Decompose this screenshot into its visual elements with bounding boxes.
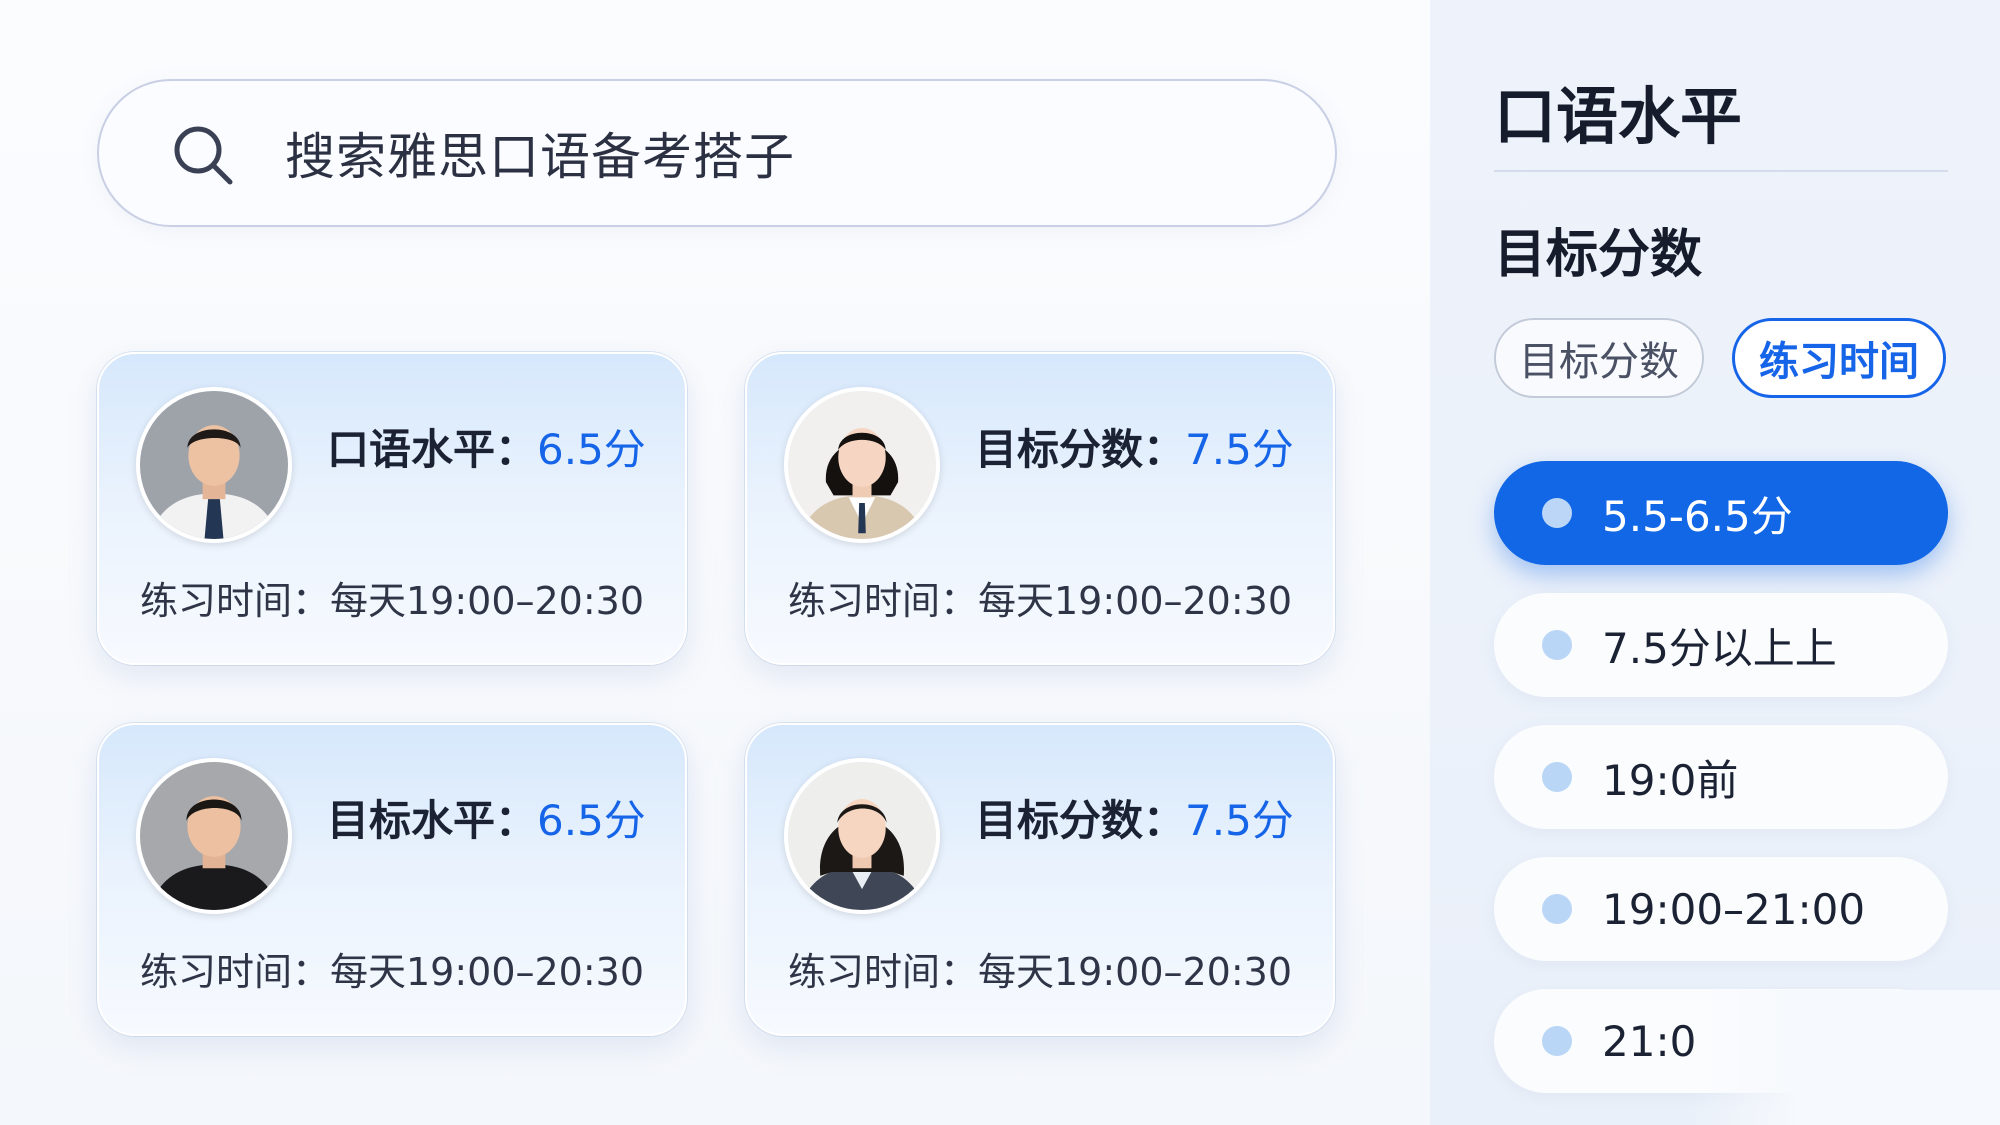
option-item[interactable]: 19:0前 — [1494, 725, 1948, 829]
card-time: 练习时间：每天19:00–20:30 — [140, 579, 645, 623]
option-label: 19:0前 — [1602, 755, 1739, 805]
partner-card[interactable]: 口语水平：6.5分 练习时间：每天19:00–20:30 — [97, 352, 687, 665]
option-label: 5.5-6.5分 — [1602, 491, 1793, 541]
option-item[interactable]: 5.5-6.5分 — [1494, 461, 1948, 565]
option-item[interactable]: 7.5分以上上 — [1494, 593, 1948, 697]
chip-target-score[interactable]: 目标分数 — [1494, 318, 1704, 398]
radio-dot-icon — [1542, 498, 1572, 528]
card-score: 7.5分 — [1185, 425, 1294, 474]
search-icon — [174, 126, 233, 185]
radio-dot-icon — [1542, 894, 1572, 924]
option-label: 21:0 — [1602, 1016, 1697, 1066]
partner-card[interactable]: 目标分数：7.5分 练习时间：每天19:00–20:30 — [745, 723, 1335, 1036]
chip-practice-time[interactable]: 练习时间 — [1732, 318, 1946, 398]
sidebar-title: 口语水平 — [1494, 80, 1743, 153]
card-score: 6.5分 — [537, 796, 646, 845]
card-title: 口语水平：6.5分 — [327, 416, 646, 477]
card-label: 口语水平： — [327, 425, 538, 474]
option-label: 7.5分以上上 — [1602, 623, 1837, 673]
radio-dot-icon — [1542, 762, 1572, 792]
avatar — [136, 387, 292, 543]
card-title: 目标分数：7.5分 — [975, 787, 1294, 848]
card-title: 目标分数：7.5分 — [975, 416, 1294, 477]
filter-sidebar: 口语水平 目标分数 目标分数 练习时间 5.5-6.5分 7.5分以上上 19:… — [1430, 0, 2000, 1125]
avatar — [784, 387, 940, 543]
search-bar[interactable]: 搜索雅思口语备考搭子 — [97, 79, 1337, 227]
avatar — [136, 758, 292, 914]
option-item[interactable]: 19:00–21:00 — [1494, 857, 1948, 961]
radio-dot-icon — [1542, 630, 1572, 660]
card-label: 目标分数： — [975, 425, 1186, 474]
card-time: 练习时间：每天19:00–20:30 — [788, 950, 1293, 994]
card-title: 目标水平：6.5分 — [327, 787, 646, 848]
card-score: 7.5分 — [1185, 796, 1294, 845]
option-label: 19:00–21:00 — [1602, 884, 1866, 934]
search-label: 搜索雅思口语备考搭子 — [285, 128, 795, 186]
card-score: 6.5分 — [537, 425, 646, 474]
radio-dot-icon — [1542, 1026, 1572, 1056]
card-time: 练习时间：每天19:00–20:30 — [788, 579, 1293, 623]
card-time: 练习时间：每天19:00–20:30 — [140, 950, 645, 994]
card-label: 目标水平： — [327, 796, 538, 845]
card-label: 目标分数： — [975, 796, 1186, 845]
partner-card[interactable]: 目标分数：7.5分 练习时间：每天19:00–20:30 — [745, 352, 1335, 665]
main-area: 搜索雅思口语备考搭子 口语水平：6.5分 练习时间：每天19:00–20:30 — [0, 0, 1430, 1125]
divider — [1494, 170, 1948, 172]
sidebar-subtitle: 目标分数 — [1494, 225, 1703, 285]
bottom-fade — [1690, 990, 2000, 1125]
avatar — [784, 758, 940, 914]
partner-card[interactable]: 目标水平：6.5分 练习时间：每天19:00–20:30 — [97, 723, 687, 1036]
